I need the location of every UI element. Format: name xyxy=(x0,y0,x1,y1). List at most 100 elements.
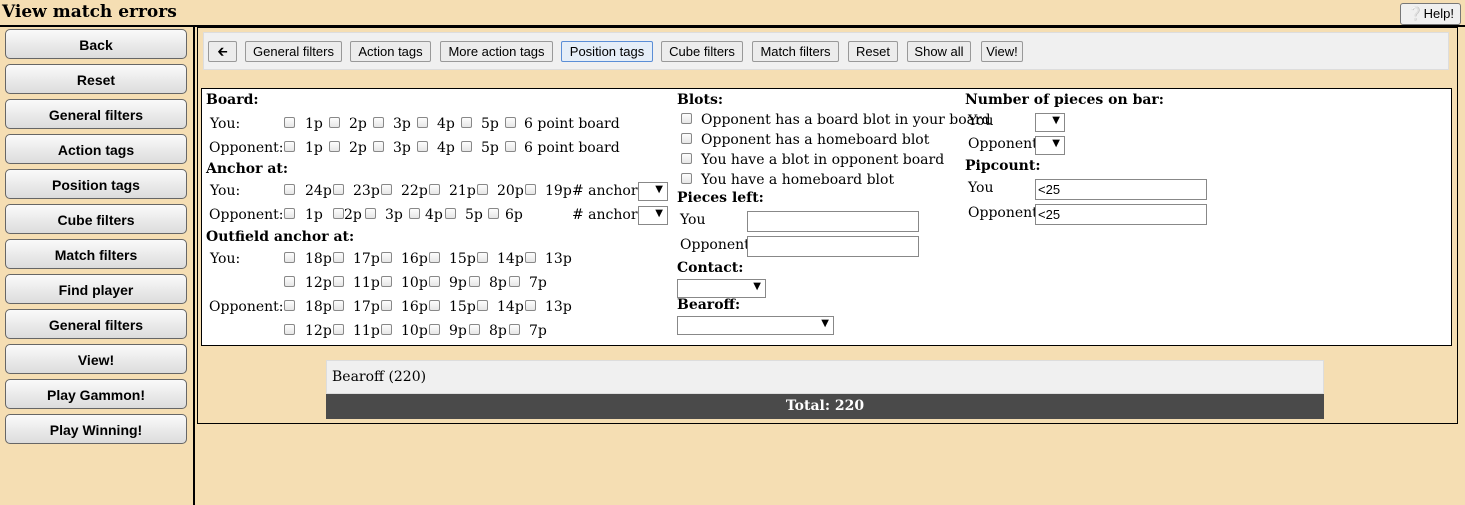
outfield-opp-r1-checkbox-0[interactable] xyxy=(284,300,295,311)
board-you-point-label-5: 6 point board xyxy=(524,116,620,132)
blot-checkbox-3[interactable] xyxy=(681,173,692,184)
sidebar-button-cube-filters-5[interactable]: Cube filters xyxy=(5,204,187,234)
sidebar-button-play-winning-11[interactable]: Play Winning! xyxy=(5,414,187,444)
board-opp-checkbox-2[interactable] xyxy=(373,141,384,152)
anchor-you-count-select[interactable]: ▼ xyxy=(638,182,668,201)
outfield-opp-r2-checkbox-3[interactable] xyxy=(429,324,440,335)
outfield-opp-r1-checkbox-1[interactable] xyxy=(333,300,344,311)
pipcount-opp-input[interactable]: <25 xyxy=(1035,204,1207,225)
anchor-opp-checkbox-2[interactable] xyxy=(365,208,376,219)
outfield-you-r1-checkbox-1[interactable] xyxy=(333,252,344,263)
toolbar-position-tags-button[interactable]: Position tags xyxy=(561,41,653,62)
anchor-you-checkbox-5[interactable] xyxy=(525,184,536,195)
sidebar-button-back-0[interactable]: Back xyxy=(5,29,187,59)
outfield-opp-r2-checkbox-4[interactable] xyxy=(469,324,480,335)
sidebar-button-reset-1[interactable]: Reset xyxy=(5,64,187,94)
board-opp-checkbox-5[interactable] xyxy=(505,141,516,152)
help-button[interactable]: ❔Help! xyxy=(1400,3,1461,25)
outfield-you-r2-label-1: 11p xyxy=(353,275,380,291)
outfield-you-r1-checkbox-3[interactable] xyxy=(429,252,440,263)
anchor-opp-checkbox-4[interactable] xyxy=(445,208,456,219)
anchor-you-label: You: xyxy=(210,183,241,199)
bar-opp-select[interactable]: ▼ xyxy=(1035,136,1065,155)
anchor-opp-point-label-2: 3p xyxy=(385,207,403,223)
outfield-opp-r1-checkbox-4[interactable] xyxy=(477,300,488,311)
anchor-opp-checkbox-1[interactable] xyxy=(333,208,344,219)
sidebar-button-match-filters-6[interactable]: Match filters xyxy=(5,239,187,269)
anchor-you-checkbox-2[interactable] xyxy=(381,184,392,195)
pipcount-heading: Pipcount: xyxy=(965,158,1041,174)
anchor-opp-checkbox-0[interactable] xyxy=(284,208,295,219)
anchor-you-checkbox-1[interactable] xyxy=(333,184,344,195)
anchor-you-count-select-arrow-icon: ▼ xyxy=(655,184,663,195)
board-you-checkbox-1[interactable] xyxy=(329,117,340,128)
sidebar-button-play-gammon-10[interactable]: Play Gammon! xyxy=(5,379,187,409)
anchor-you-point-label-2: 22p xyxy=(401,183,428,199)
toolbar-match-filters-button[interactable]: Match filters xyxy=(752,41,839,62)
anchor-opp-checkbox-3[interactable] xyxy=(409,208,420,219)
contact-select[interactable]: ▼ xyxy=(677,279,766,298)
outfield-you-r1-checkbox-4[interactable] xyxy=(477,252,488,263)
bar-you-select[interactable]: ▼ xyxy=(1035,113,1065,132)
outfield-you-r2-checkbox-0[interactable] xyxy=(284,276,295,287)
toolbar-view-button[interactable]: View! xyxy=(981,41,1023,62)
sidebar-button-find-player-7[interactable]: Find player xyxy=(5,274,187,304)
anchor-you-checkbox-0[interactable] xyxy=(284,184,295,195)
toolbar-more-action-tags-button[interactable]: More action tags xyxy=(440,41,553,62)
outfield-you-r1-checkbox-2[interactable] xyxy=(381,252,392,263)
back-arrow-button[interactable]: 🡰 xyxy=(208,41,237,62)
anchor-you-count-label: # anchors xyxy=(572,183,645,199)
toolbar-cube-filters-button[interactable]: Cube filters xyxy=(661,41,743,62)
result-label: Bearoff (220) xyxy=(332,369,427,385)
board-you-checkbox-3[interactable] xyxy=(417,117,428,128)
board-you-checkbox-2[interactable] xyxy=(373,117,384,128)
outfield-you-r1-checkbox-5[interactable] xyxy=(525,252,536,263)
anchor-opp-checkbox-5[interactable] xyxy=(488,208,499,219)
outfield-you-r2-checkbox-1[interactable] xyxy=(333,276,344,287)
blot-checkbox-2[interactable] xyxy=(681,153,692,164)
board-opp-checkbox-3[interactable] xyxy=(417,141,428,152)
pipcount-you-input[interactable]: <25 xyxy=(1035,179,1207,200)
outfield-opp-r2-checkbox-2[interactable] xyxy=(381,324,392,335)
sidebar-button-general-filters-8[interactable]: General filters xyxy=(5,309,187,339)
outfield-opp-r2-checkbox-1[interactable] xyxy=(333,324,344,335)
pieces-left-opp-input[interactable] xyxy=(747,236,919,257)
board-you-checkbox-0[interactable] xyxy=(284,117,295,128)
outfield-opp-r1-checkbox-5[interactable] xyxy=(525,300,536,311)
anchor-opp-point-label-3: 4p xyxy=(425,207,443,223)
bar-opp-label: Opponent xyxy=(968,136,1038,152)
board-you-checkbox-4[interactable] xyxy=(461,117,472,128)
board-opp-checkbox-4[interactable] xyxy=(461,141,472,152)
bearoff-select[interactable]: ▼ xyxy=(677,316,834,335)
pieces-left-you-input[interactable] xyxy=(747,211,919,232)
board-opp-checkbox-1[interactable] xyxy=(329,141,340,152)
outfield-opp-r1-label-1: 17p xyxy=(353,299,380,315)
board-opp-checkbox-0[interactable] xyxy=(284,141,295,152)
toolbar-show-all-button[interactable]: Show all xyxy=(907,41,971,62)
outfield-you-r2-checkbox-2[interactable] xyxy=(381,276,392,287)
outfield-you-r2-checkbox-4[interactable] xyxy=(469,276,480,287)
outfield-you-r2-checkbox-5[interactable] xyxy=(509,276,520,287)
blot-checkbox-1[interactable] xyxy=(681,133,692,144)
toolbar-general-filters-button[interactable]: General filters xyxy=(245,41,342,62)
anchor-opp-count-select[interactable]: ▼ xyxy=(638,206,668,225)
anchor-you-checkbox-4[interactable] xyxy=(477,184,488,195)
sidebar-button-view-9[interactable]: View! xyxy=(5,344,187,374)
anchor-you-checkbox-3[interactable] xyxy=(429,184,440,195)
sidebar-button-position-tags-4[interactable]: Position tags xyxy=(5,169,187,199)
blot-checkbox-0[interactable] xyxy=(681,113,692,124)
outfield-you-r2-label-3: 9p xyxy=(449,275,467,291)
outfield-opp-r2-checkbox-0[interactable] xyxy=(284,324,295,335)
outfield-opp-r2-checkbox-5[interactable] xyxy=(509,324,520,335)
board-you-checkbox-5[interactable] xyxy=(505,117,516,128)
outfield-opp-r1-checkbox-2[interactable] xyxy=(381,300,392,311)
toolbar-reset-button[interactable]: Reset xyxy=(848,41,898,62)
sidebar-button-general-filters-2[interactable]: General filters xyxy=(5,99,187,129)
anchor-heading: Anchor at: xyxy=(206,161,289,177)
sidebar-button-action-tags-3[interactable]: Action tags xyxy=(5,134,187,164)
outfield-you-r2-checkbox-3[interactable] xyxy=(429,276,440,287)
outfield-opp-r1-checkbox-3[interactable] xyxy=(429,300,440,311)
outfield-you-r2-label-2: 10p xyxy=(401,275,428,291)
outfield-you-r1-checkbox-0[interactable] xyxy=(284,252,295,263)
toolbar-action-tags-button[interactable]: Action tags xyxy=(350,41,431,62)
